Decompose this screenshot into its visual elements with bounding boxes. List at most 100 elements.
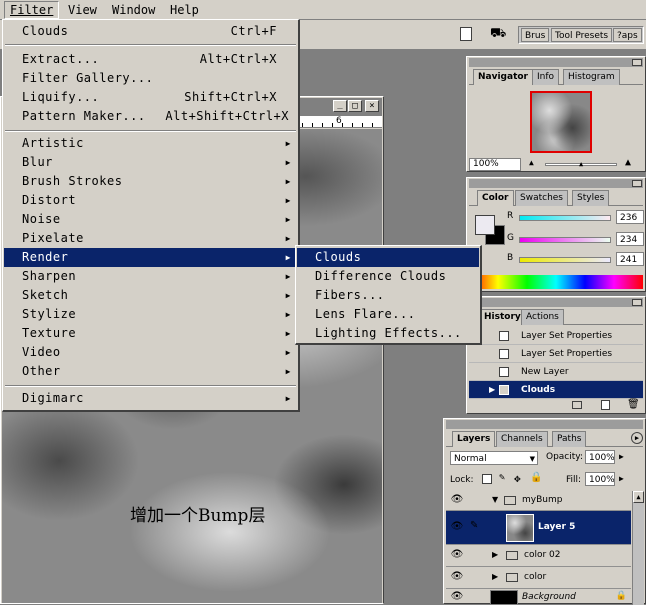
layer-row-background[interactable]: 👁 Background 🔒: [446, 589, 631, 605]
menu-item-pattern-maker[interactable]: Pattern Maker... Alt+Shift+Ctrl+X: [4, 107, 297, 126]
layer-row-set[interactable]: 👁 ▶ color: [446, 567, 631, 589]
layer-row-set[interactable]: 👁 ▼ myBump: [446, 491, 631, 511]
fill-arrow-icon[interactable]: ▶: [619, 474, 624, 483]
zoom-field[interactable]: 100%: [469, 158, 521, 171]
panel-options-icon[interactable]: ▶: [631, 432, 643, 444]
panel-grip[interactable]: [446, 420, 643, 429]
history-item[interactable]: Layer Set Properties: [469, 345, 643, 363]
history-item-current[interactable]: ▶ Clouds: [469, 381, 643, 399]
zoom-slider-thumb[interactable]: ▲: [579, 160, 583, 168]
new-document-icon[interactable]: [601, 400, 610, 410]
trash-icon[interactable]: 🗑: [627, 399, 640, 410]
tab-layers[interactable]: Layers: [452, 431, 496, 447]
scroll-up-icon[interactable]: ▲: [633, 491, 644, 503]
menu-item-distort[interactable]: Distort ▶: [4, 191, 297, 210]
new-snapshot-icon[interactable]: [572, 401, 582, 409]
menu-item-noise[interactable]: Noise ▶: [4, 210, 297, 229]
blue-value[interactable]: 241: [616, 252, 644, 266]
tab-navigator[interactable]: Navigator: [473, 69, 533, 85]
opacity-field[interactable]: 100%: [585, 450, 615, 464]
layer-row-selected[interactable]: 👁 ✎ Layer 5: [446, 511, 631, 545]
visibility-eye-icon[interactable]: 👁: [448, 521, 466, 532]
layers-scrollbar[interactable]: ▲: [632, 491, 644, 605]
expand-triangle-icon[interactable]: ▶: [492, 550, 498, 559]
lock-paint-icon[interactable]: ✎: [499, 472, 505, 483]
lock-all-icon[interactable]: 🔒: [530, 472, 542, 483]
menu-item-pixelate[interactable]: Pixelate ▶: [4, 229, 297, 248]
tab-actions[interactable]: Actions: [521, 309, 564, 325]
menu-view[interactable]: View: [68, 2, 97, 19]
lock-move-icon[interactable]: ✥: [514, 472, 521, 485]
tab-history[interactable]: History: [479, 309, 526, 325]
submenu-item-difference-clouds[interactable]: Difference Clouds: [297, 267, 479, 286]
history-state-icon: [499, 331, 509, 341]
menu-item-brush-strokes[interactable]: Brush Strokes ▶: [4, 172, 297, 191]
menu-item-video[interactable]: Video ▶: [4, 343, 297, 362]
green-slider[interactable]: [519, 237, 611, 243]
menu-item-digimarc[interactable]: Digimarc ▶: [4, 389, 297, 408]
submenu-item-clouds[interactable]: Clouds: [297, 248, 479, 267]
history-item[interactable]: New Layer: [469, 363, 643, 381]
menu-item-artistic[interactable]: Artistic ▶: [4, 134, 297, 153]
tab-info[interactable]: Info: [532, 69, 560, 85]
menu-item-other[interactable]: Other ▶: [4, 362, 297, 381]
submenu-item-lighting-effects[interactable]: Lighting Effects...: [297, 324, 479, 343]
blue-slider[interactable]: [519, 257, 611, 263]
visibility-eye-icon[interactable]: 👁: [448, 549, 466, 560]
panel-grip[interactable]: [469, 58, 643, 67]
opacity-arrow-icon[interactable]: ▶: [619, 452, 624, 461]
submenu-item-lens-flare[interactable]: Lens Flare...: [297, 305, 479, 324]
menu-item-extract[interactable]: Extract... Alt+Ctrl+X: [4, 50, 297, 69]
tab-histogram[interactable]: Histogram: [563, 69, 620, 85]
red-value[interactable]: 236: [616, 210, 644, 224]
menu-item-sharpen[interactable]: Sharpen ▶: [4, 267, 297, 286]
history-item[interactable]: Layer Set Properties: [469, 327, 643, 345]
zoom-in-icon[interactable]: ▲: [625, 157, 631, 168]
menu-item-blur[interactable]: Blur ▶: [4, 153, 297, 172]
tab-channels[interactable]: Channels: [496, 431, 548, 447]
menu-item-stylize[interactable]: Stylize ▶: [4, 305, 297, 324]
menu-item-clouds-last[interactable]: Clouds Ctrl+F: [4, 22, 297, 41]
submenu-item-fibers[interactable]: Fibers...: [297, 286, 479, 305]
menu-help[interactable]: Help: [170, 2, 199, 19]
menu-item-texture[interactable]: Texture ▶: [4, 324, 297, 343]
expand-triangle-icon[interactable]: ▼: [492, 495, 498, 504]
menu-window[interactable]: Window: [112, 2, 155, 19]
tab-comps[interactable]: ?aps: [613, 28, 642, 42]
fill-field[interactable]: 100%: [585, 472, 615, 486]
panel-menu-button[interactable]: [632, 180, 642, 187]
panel-menu-button[interactable]: [632, 299, 642, 306]
lock-transparency-icon[interactable]: [482, 474, 492, 484]
menu-item-liquify[interactable]: Liquify... Shift+Ctrl+X: [4, 88, 297, 107]
blend-mode-select[interactable]: Normal ▼: [450, 451, 538, 465]
minimize-button[interactable]: _: [333, 100, 347, 112]
foreground-color-swatch[interactable]: [475, 215, 495, 235]
green-value[interactable]: 234: [616, 232, 644, 246]
panel-grip[interactable]: [469, 179, 643, 188]
color-spectrum-bar[interactable]: [469, 275, 643, 289]
maximize-button[interactable]: □: [348, 100, 362, 112]
panel-menu-button[interactable]: [632, 59, 642, 66]
layer-row-set[interactable]: 👁 ▶ color 02: [446, 545, 631, 567]
red-slider[interactable]: [519, 215, 611, 221]
visibility-eye-icon[interactable]: 👁: [448, 591, 466, 602]
menu-filter[interactable]: Filter: [4, 1, 60, 19]
visibility-eye-icon[interactable]: 👁: [448, 571, 466, 582]
tab-tool-presets[interactable]: Tool Presets: [551, 28, 613, 42]
navigator-thumbnail[interactable]: [530, 91, 592, 153]
tab-brushes[interactable]: Brus: [521, 28, 550, 42]
tab-swatches[interactable]: Swatches: [515, 190, 568, 206]
menu-item-sketch[interactable]: Sketch ▶: [4, 286, 297, 305]
visibility-eye-icon[interactable]: 👁: [448, 494, 466, 505]
tab-paths[interactable]: Paths: [552, 431, 587, 447]
tab-styles[interactable]: Styles: [572, 190, 610, 206]
zoom-out-icon[interactable]: ▲: [529, 158, 534, 167]
expand-triangle-icon[interactable]: ▶: [492, 572, 498, 581]
close-button[interactable]: ×: [365, 100, 379, 112]
panel-grip[interactable]: [469, 298, 643, 307]
menu-item-render[interactable]: Render ▶: [4, 248, 297, 267]
file-browser-icon[interactable]: [460, 27, 472, 41]
tab-color[interactable]: Color: [477, 190, 514, 206]
menu-item-filter-gallery[interactable]: Filter Gallery...: [4, 69, 297, 88]
palette-well-icon[interactable]: ⛟: [490, 26, 510, 42]
